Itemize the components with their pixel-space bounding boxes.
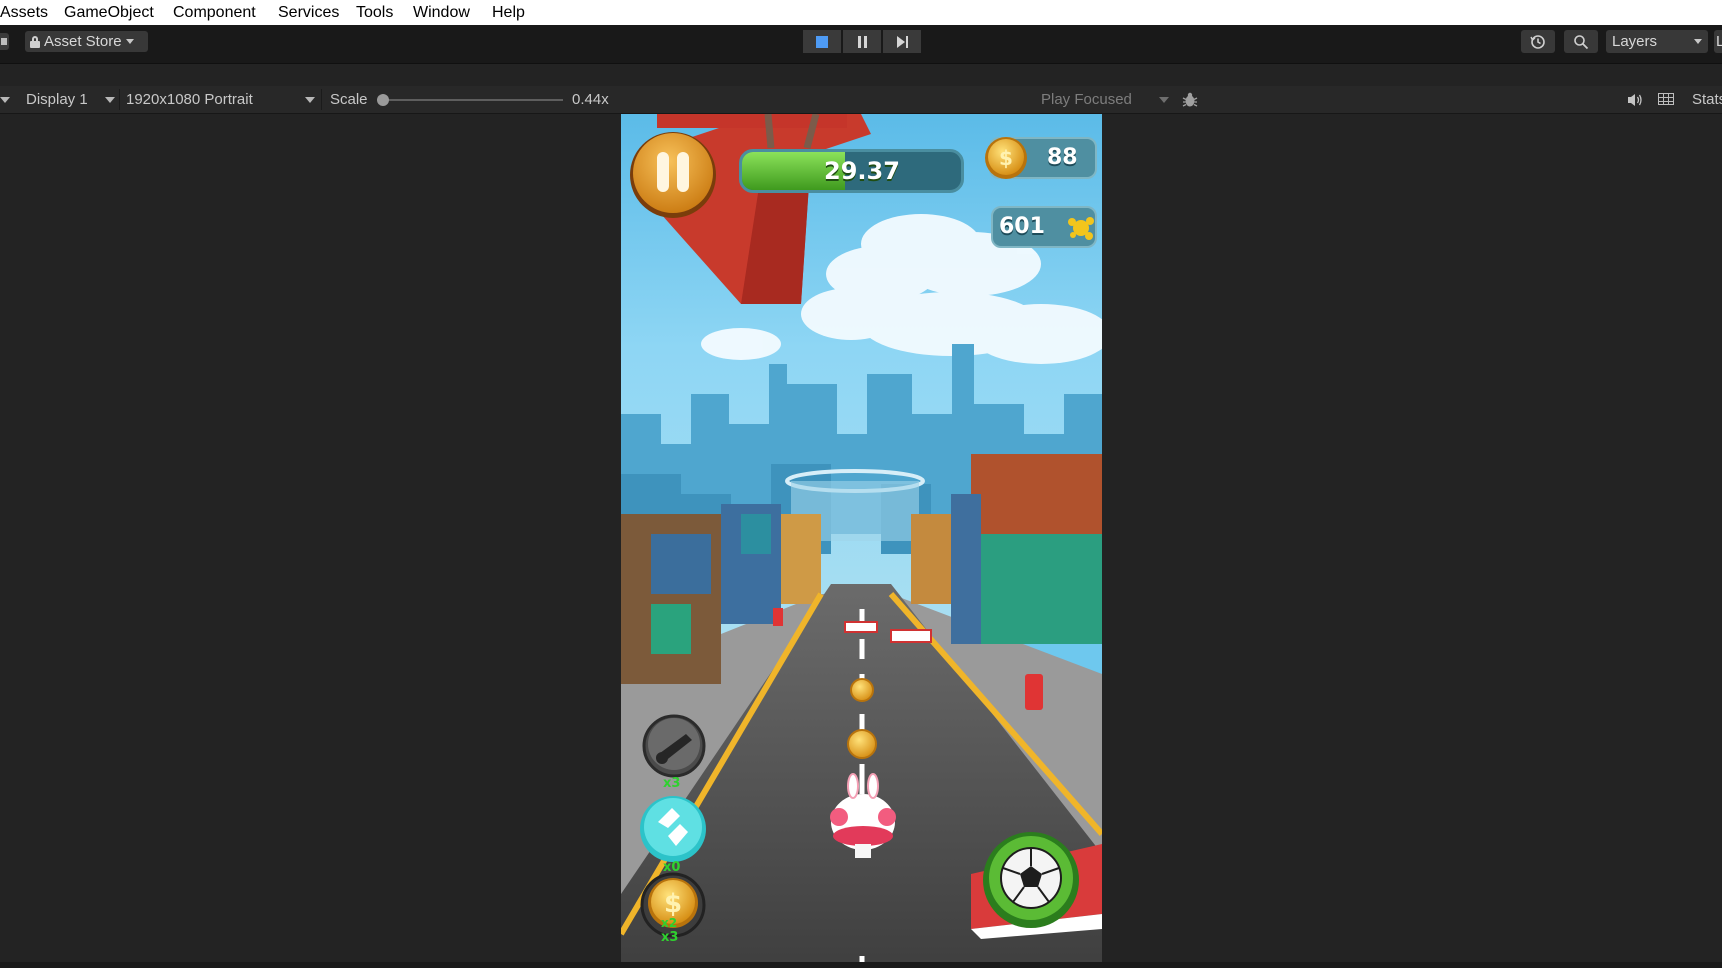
step-button[interactable] <box>883 30 921 53</box>
pause-icon <box>857 35 867 48</box>
pause-icon <box>630 132 716 218</box>
chevron-down-icon[interactable] <box>0 97 10 103</box>
svg-text:$: $ <box>999 146 1013 170</box>
bug-icon[interactable] <box>1181 91 1199 109</box>
menu-gameobject[interactable]: GameObject <box>64 4 154 22</box>
timer-bar: 29.37 <box>739 149 964 193</box>
layers-dropdown[interactable]: Layers <box>1606 30 1708 53</box>
resolution-dropdown[interactable]: 1920x1080 Portrait <box>126 91 253 108</box>
chevron-down-icon <box>1694 39 1702 44</box>
pause-button[interactable] <box>843 30 881 53</box>
coin-icon: $ <box>985 137 1027 179</box>
status-strip <box>0 962 1722 968</box>
timer-value: 29.37 <box>824 157 900 185</box>
gizmos-grid-icon[interactable] <box>1658 93 1674 105</box>
chevron-down-icon <box>125 39 134 44</box>
account-button-stub[interactable] <box>0 33 9 50</box>
scale-label: Scale <box>330 91 368 108</box>
play-mode-dropdown[interactable]: Play Focused <box>1041 91 1132 108</box>
coin-count: 88 <box>1047 145 1078 170</box>
asset-store-label: Asset Store <box>44 33 122 50</box>
chevron-down-icon <box>1159 97 1169 103</box>
menu-services[interactable]: Services <box>278 4 339 22</box>
soccer-ball-icon <box>983 832 1079 928</box>
search-icon <box>1574 34 1589 49</box>
chevron-down-icon <box>305 97 315 103</box>
main-toolbar: Asset Store Layers L <box>0 25 1722 64</box>
coin-multiplier-count: x3 <box>661 930 679 945</box>
layout-dropdown-stub[interactable]: L <box>1714 30 1722 53</box>
step-icon <box>896 35 908 48</box>
cannon-count: x3 <box>663 776 681 791</box>
lock-icon <box>30 36 40 48</box>
playmode-controls <box>803 30 921 53</box>
powerup-coin-multiplier-button[interactable]: $ x2 x3 <box>640 872 706 945</box>
cannon-icon <box>642 714 706 778</box>
game-view-toolbar: Display 1 1920x1080 Portrait Scale 0.44x… <box>0 86 1722 114</box>
powerup-cannon-button[interactable]: x3 <box>642 714 706 791</box>
menu-help[interactable]: Help <box>492 4 525 22</box>
layers-label: Layers <box>1612 33 1658 50</box>
kick-action-button[interactable] <box>981 830 1081 930</box>
chevron-down-icon <box>105 97 115 103</box>
menu-component[interactable]: Component <box>173 4 256 22</box>
score-value: 601 <box>999 214 1045 239</box>
stop-button[interactable] <box>803 30 841 53</box>
menu-bar: Assets GameObject Component Services Too… <box>0 0 1722 26</box>
scale-slider-track[interactable] <box>383 99 563 101</box>
undo-history-button[interactable] <box>1521 30 1555 53</box>
pause-game-button[interactable] <box>628 130 718 220</box>
menu-assets[interactable]: Assets <box>0 4 48 22</box>
coin-multiplier-label: x2 <box>661 916 678 930</box>
menu-tools[interactable]: Tools <box>356 4 393 22</box>
powerup-magnet-button[interactable]: x0 <box>638 794 708 875</box>
display-dropdown[interactable]: Display 1 <box>26 91 88 108</box>
asset-store-button[interactable]: Asset Store <box>25 31 148 52</box>
stats-button[interactable]: Stats <box>1692 91 1722 108</box>
game-render[interactable]: 29.37 $ 88 601 x3 x0 $ x2 x3 <box>621 114 1102 968</box>
stop-icon <box>816 35 828 48</box>
coin-counter: $ 88 <box>985 137 1097 179</box>
paint-splat-icon <box>1068 217 1094 240</box>
menu-window[interactable]: Window <box>413 4 470 22</box>
scale-value: 0.44x <box>572 91 609 108</box>
mute-audio-icon[interactable] <box>1626 92 1644 108</box>
scale-slider-handle[interactable] <box>377 94 389 106</box>
history-icon <box>1530 34 1545 49</box>
score-counter: 601 <box>991 206 1097 248</box>
search-button[interactable] <box>1564 30 1598 53</box>
svg-text:$: $ <box>664 889 682 919</box>
magnet-icon <box>640 796 706 862</box>
